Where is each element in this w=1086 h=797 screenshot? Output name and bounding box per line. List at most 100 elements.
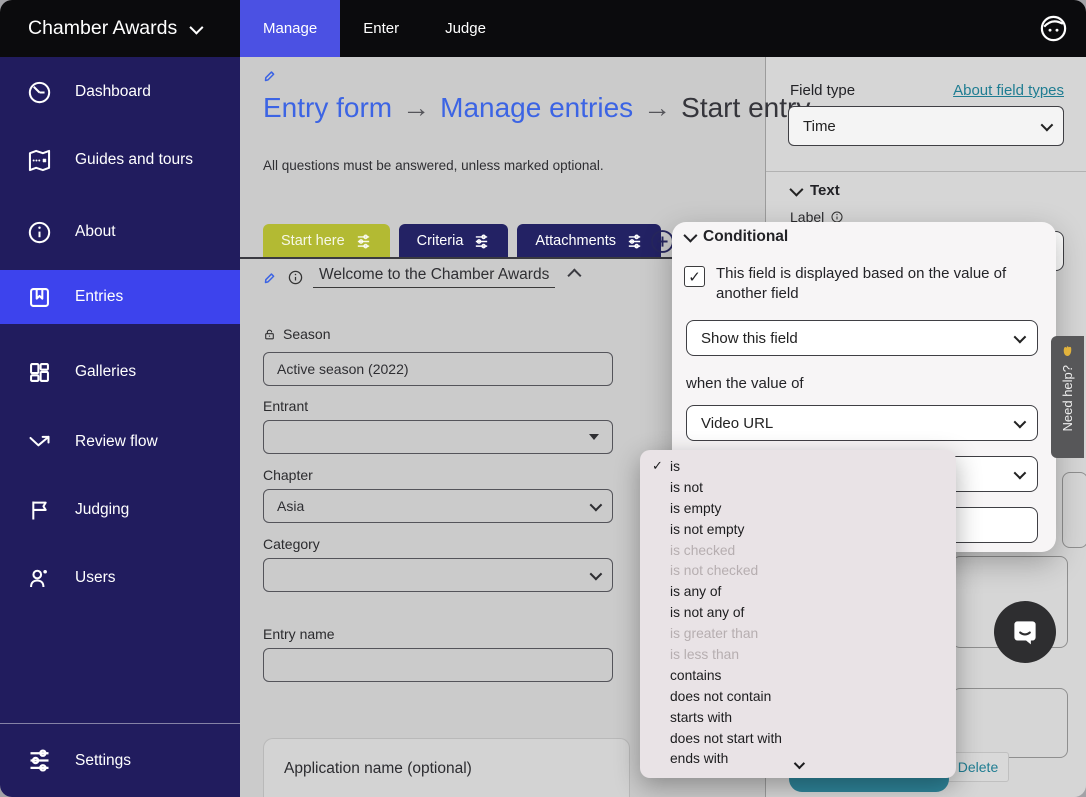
sidebar-item-judging[interactable]: Judging <box>0 483 240 537</box>
breadcrumb-link-entry-form[interactable]: Entry form <box>263 92 392 123</box>
operator-option-label: is not <box>670 480 703 495</box>
category-label: Category <box>263 536 320 552</box>
checkmark-icon: ✓ <box>688 268 701 286</box>
page-title: Entry form→Manage entries→Start entry <box>263 92 810 124</box>
operator-option-label: is less than <box>670 647 739 662</box>
operator-option-label: is checked <box>670 543 735 558</box>
operator-option-label: is <box>670 459 680 474</box>
field-type-select[interactable]: Time <box>788 106 1064 146</box>
entrant-label: Entrant <box>263 398 308 414</box>
panel-divider <box>766 171 1086 172</box>
operator-option-is-checked: is checked <box>640 540 956 561</box>
form-tabs: Start here Criteria Attachments <box>263 224 661 258</box>
top-nav-enter[interactable]: Enter <box>340 0 422 57</box>
form-note: All questions must be answered, unless m… <box>263 158 604 173</box>
tab-label: Attachments <box>535 233 616 249</box>
tab-attachments[interactable]: Attachments <box>517 224 661 258</box>
operator-option-does-not-start-with[interactable]: does not start with <box>640 728 956 749</box>
sidebar-item-users[interactable]: Users <box>0 551 240 605</box>
about-field-types-link[interactable]: About field types <box>953 82 1064 99</box>
breadcrumb-link-manage-entries[interactable]: Manage entries <box>440 92 633 123</box>
sliders-icon <box>26 747 53 774</box>
sliders-icon <box>355 233 372 250</box>
sidebar-item-label: Judging <box>75 501 129 519</box>
conditional-checkbox[interactable]: ✓ <box>684 266 705 287</box>
edit-section-icon[interactable] <box>263 270 278 285</box>
operator-option-is-any-of[interactable]: is any of <box>640 581 956 602</box>
sidebar-item-label: Galleries <box>75 363 136 381</box>
sliders-icon <box>626 233 643 250</box>
breadcrumb-arrow: → <box>402 92 430 123</box>
lock-icon <box>263 328 276 341</box>
entrant-combobox[interactable] <box>263 420 613 454</box>
entry-name-input[interactable] <box>263 648 613 682</box>
operator-option-contains[interactable]: contains <box>640 665 956 686</box>
conditional-field-select[interactable]: Video URL <box>686 405 1038 441</box>
dropdown-triangle-icon <box>589 434 599 440</box>
top-nav-manage[interactable]: Manage <box>240 0 340 57</box>
chat-launcher-icon[interactable] <box>994 601 1056 663</box>
tab-start-here[interactable]: Start here <box>263 224 390 258</box>
bookmark-icon <box>26 284 53 311</box>
grid-icon <box>26 359 53 386</box>
info-icon <box>287 269 304 286</box>
operator-option-is-not-checked: is not checked <box>640 560 956 581</box>
chevron-down-icon <box>590 498 603 511</box>
sidebar-item-review-flow[interactable]: Review flow <box>0 415 240 469</box>
chevron-down-icon <box>1041 118 1054 131</box>
sidebar-item-about[interactable]: About <box>0 205 240 259</box>
conditional-checkbox-label: This field is displayed based on the val… <box>716 264 1038 305</box>
sliders-icon <box>473 233 490 250</box>
category-select[interactable] <box>263 558 613 592</box>
conditional-action-select[interactable]: Show this field <box>686 320 1038 356</box>
map-icon <box>26 147 53 174</box>
edit-title-icon[interactable] <box>263 68 278 83</box>
sidebar-item-label: About <box>75 223 116 241</box>
field-type-label: Field type <box>790 82 855 99</box>
chevron-down-icon <box>190 20 204 34</box>
sidebar-item-galleries[interactable]: Galleries <box>0 345 240 399</box>
text-section-header[interactable]: Text <box>790 182 840 199</box>
delete-button[interactable]: Delete <box>947 752 1009 782</box>
app-window: Chamber Awards ManageEnterJudge Settings… <box>0 0 1086 797</box>
tab-criteria[interactable]: Criteria <box>399 224 509 258</box>
section-title[interactable]: Welcome to the Chamber Awards <box>313 266 555 288</box>
operator-option-is-not-any-of[interactable]: is not any of <box>640 602 956 623</box>
operator-option-label: is greater than <box>670 626 758 641</box>
workspace-title: Chamber Awards <box>28 17 177 40</box>
operator-option-label: is not any of <box>670 605 744 620</box>
section-header: Welcome to the Chamber Awards <box>263 266 578 288</box>
workspace-switcher[interactable]: Chamber Awards <box>28 0 200 57</box>
gauge-icon <box>26 79 53 106</box>
chevron-down-icon <box>590 567 603 580</box>
account-avatar-icon[interactable] <box>1038 13 1069 44</box>
operator-option-is-not-empty[interactable]: is not empty <box>640 519 956 540</box>
chevron-down-icon <box>1014 330 1027 343</box>
sidebar-item-dashboard[interactable]: Dashboard <box>0 65 240 119</box>
sidebar-item-entries[interactable]: Entries <box>0 270 240 324</box>
conditional-section-header[interactable]: Conditional <box>684 228 788 246</box>
need-help-tab[interactable]: Need help? <box>1051 336 1084 458</box>
chevron-down-icon <box>1014 415 1027 428</box>
chapter-select[interactable]: Asia <box>263 489 613 523</box>
top-nav-judge[interactable]: Judge <box>422 0 509 57</box>
sidebar-item-label: Guides and tours <box>75 151 193 169</box>
scroll-more-indicator[interactable] <box>640 756 956 774</box>
operator-dropdown-menu: ✓is is not is emptyis not empty is checked i… <box>640 450 956 778</box>
top-bar: Chamber Awards ManageEnterJudge <box>0 0 1086 57</box>
sidebar: Settings Dashboard Guides and tours About E… <box>0 57 240 797</box>
chevron-down-icon <box>683 229 697 243</box>
operator-option-is-not[interactable]: is not <box>640 477 956 498</box>
operator-option-is-empty[interactable]: is empty <box>640 498 956 519</box>
operator-option-is[interactable]: ✓is <box>640 456 956 477</box>
sidebar-item-guides-and-tours[interactable]: Guides and tours <box>0 133 240 187</box>
operator-option-starts-with[interactable]: starts with <box>640 707 956 728</box>
operator-option-label: is not checked <box>670 563 758 578</box>
sidebar-item-label: Dashboard <box>75 83 151 101</box>
chevron-down-icon <box>1014 466 1027 479</box>
top-nav: ManageEnterJudge <box>240 0 509 57</box>
sidebar-item-settings[interactable]: Settings <box>0 723 240 797</box>
application-name-card: Application name (optional) <box>263 738 630 797</box>
operator-option-does-not-contain[interactable]: does not contain <box>640 686 956 707</box>
sidebar-item-label: Review flow <box>75 433 158 451</box>
